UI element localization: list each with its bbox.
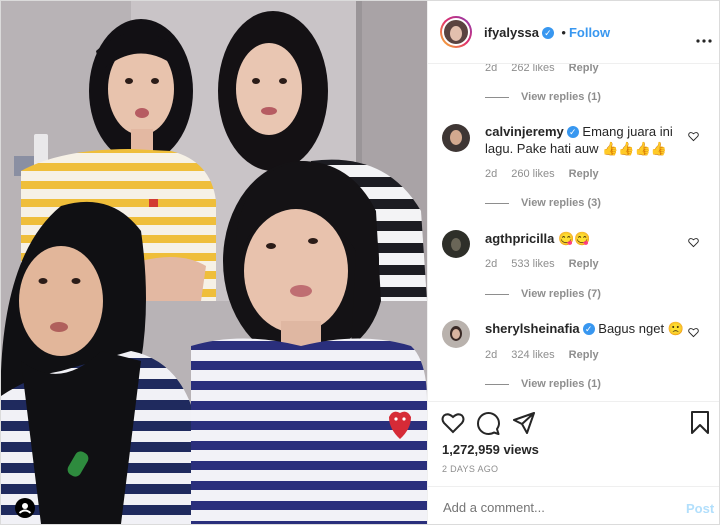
post-timestamp: 2 DAYS AGO (442, 464, 499, 474)
comment-icon[interactable] (477, 412, 500, 435)
verified-badge-icon: ✓ (541, 27, 554, 39)
comment-composer: Post (428, 486, 719, 524)
author-username[interactable]: ifyalyssa (484, 25, 539, 40)
like-icon[interactable] (441, 412, 465, 434)
comment-reply-button[interactable]: Reply (569, 64, 599, 74)
view-replies-button[interactable]: View replies (1) (485, 378, 601, 390)
comment-likes[interactable]: 262 likes (511, 64, 554, 74)
commenter-avatar[interactable] (442, 124, 470, 152)
comment-like-icon[interactable] (688, 131, 699, 142)
post-video[interactable] (1, 1, 427, 524)
comment-time: 2d (485, 64, 498, 74)
commenter-username[interactable]: agthpricilla (485, 231, 554, 246)
post-comment-button[interactable]: Post (686, 501, 714, 516)
comment-text: 😋😋 (557, 231, 591, 246)
author-avatar[interactable] (440, 16, 472, 48)
comment-text: Bagus nget 🙁 (598, 321, 684, 336)
more-options-icon[interactable] (696, 30, 712, 43)
header-separator: • (561, 25, 566, 40)
comment-time: 2d (485, 258, 498, 270)
comment-like-icon[interactable] (688, 327, 699, 338)
post-sidebar: ifyalyssa ✓ • Follow 2d 262 likes Reply View… (427, 1, 719, 524)
view-replies-button[interactable]: View replies (1) (485, 91, 601, 103)
view-replies-button[interactable]: View replies (7) (485, 288, 601, 300)
comment-likes[interactable]: 533 likes (511, 258, 554, 270)
post-dialog: ifyalyssa ✓ • Follow 2d 262 likes Reply View… (0, 0, 720, 525)
commenter-avatar[interactable] (442, 230, 470, 258)
comment-likes[interactable]: 324 likes (511, 349, 554, 361)
view-count[interactable]: 1,272,959 views (442, 442, 539, 457)
view-replies-button[interactable]: View replies (3) (485, 197, 601, 209)
post-header: ifyalyssa ✓ • Follow (428, 1, 719, 64)
save-icon[interactable] (691, 411, 709, 434)
comment-time: 2d (485, 168, 498, 180)
user-tag-icon[interactable] (15, 498, 35, 518)
comment-reply-button[interactable]: Reply (569, 349, 599, 361)
video-frame-illustration (1, 1, 427, 524)
commenter-avatar[interactable] (442, 320, 470, 348)
comment-time: 2d (485, 349, 498, 361)
comment-reply-button[interactable]: Reply (569, 258, 599, 270)
commenter-username[interactable]: calvinjeremy (485, 124, 564, 139)
post-actions: 1,272,959 views 2 DAYS AGO (428, 401, 719, 487)
comment-input[interactable] (441, 496, 665, 518)
verified-badge-icon: ✓ (582, 323, 595, 335)
follow-button[interactable]: Follow (569, 25, 610, 40)
comment-likes[interactable]: 260 likes (511, 168, 554, 180)
commenter-username[interactable]: sherylsheinafia (485, 321, 580, 336)
comment-like-icon[interactable] (688, 237, 699, 248)
verified-badge-icon: ✓ (566, 126, 579, 138)
comment-reply-button[interactable]: Reply (569, 168, 599, 180)
share-icon[interactable] (513, 412, 535, 434)
comments-list[interactable]: 2d 262 likes Reply View replies (1) calvin… (428, 64, 719, 401)
